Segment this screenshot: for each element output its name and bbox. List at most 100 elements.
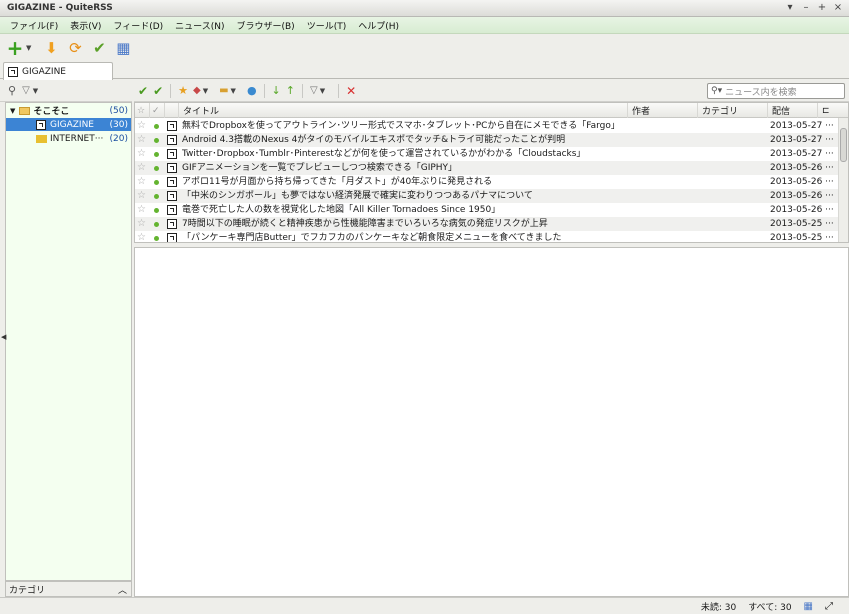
tab-bar: GIGAZINE (0, 62, 849, 80)
mark-read-icon[interactable]: ✔ (138, 84, 148, 98)
star-icon[interactable]: ☆ (137, 217, 146, 231)
menu-help[interactable]: ヘルプ(H) (352, 19, 405, 32)
news-row[interactable]: ☆ Twitter･Dropbox･Tumblr･Pinterestなどが何を使… (135, 147, 838, 161)
star-icon[interactable]: ☆ (137, 189, 146, 203)
news-date: 2013-05-27 ··· (770, 135, 834, 145)
minimize-button[interactable]: – (801, 2, 811, 14)
layout-icon[interactable]: ▦ (113, 38, 133, 58)
mark-all-read-icon[interactable]: ✔ (153, 84, 163, 98)
news-row[interactable]: ☆ Android 4.3搭載のNexus 4がタイのモバイルエキスポでタッチ&… (135, 133, 838, 147)
next-unread-icon[interactable]: ↓ (272, 84, 281, 97)
window-menu-button[interactable]: ▾ (785, 2, 795, 14)
menu-feed[interactable]: フィード(D) (107, 19, 169, 32)
news-row[interactable]: ☆ 7時間以下の睡眠が続くと精神疾患から性機能障害までいろいろな病気の発症リスク… (135, 217, 838, 231)
star-icon[interactable]: ☆ (137, 119, 146, 133)
tab-label: GIGAZINE (22, 66, 66, 77)
scrollbar-thumb[interactable] (840, 128, 847, 162)
add-feed-icon[interactable]: + (5, 36, 25, 60)
news-row[interactable]: ☆ 無料でDropboxを使ってアウトライン･ツリー形式でスマホ･タブレット･P… (135, 119, 838, 133)
star-icon[interactable]: ☆ (137, 203, 146, 217)
column-date[interactable]: 配信 (768, 103, 818, 118)
tree-item-folder[interactable]: ▼ そこそこ (50) (6, 104, 131, 118)
feed-icon (167, 121, 177, 131)
label-icon[interactable]: ◆ (193, 85, 201, 96)
collapse-panel-icon[interactable]: ◀ (1, 333, 6, 341)
total-status: すべて: 30 (748, 602, 792, 613)
column-title[interactable]: タイトル (179, 103, 628, 118)
column-starred[interactable]: ☆ (135, 103, 150, 118)
tree-item-gigazine[interactable]: GIGAZINE (30) (6, 118, 131, 131)
column-category[interactable]: カテゴリ (698, 103, 768, 118)
delete-icon[interactable]: ✕ (346, 84, 356, 98)
news-date: 2013-05-25 ··· (770, 233, 834, 243)
menu-news[interactable]: ニュース(N) (169, 19, 230, 32)
menu-tools[interactable]: ツール(T) (301, 19, 353, 32)
news-list-scrollbar[interactable] (838, 118, 848, 242)
expand-arrow-icon[interactable]: ▼ (10, 107, 15, 115)
news-date: 2013-05-27 ··· (770, 149, 834, 159)
unread-dot-icon[interactable] (154, 236, 159, 241)
star-icon[interactable]: ☆ (137, 175, 146, 189)
menu-view[interactable]: 表示(V) (64, 19, 107, 32)
news-row[interactable]: ☆ GIFアニメーションを一覧でプレビューしつつ検索できる「GIPHY」 201… (135, 161, 838, 175)
category-panel-header[interactable]: カテゴリ ︿ (5, 581, 132, 597)
browser-icon[interactable]: ● (247, 84, 257, 97)
filter-icon[interactable]: ▽ (310, 85, 318, 96)
feed-icon (167, 177, 177, 187)
add-dropdown-icon[interactable]: ▼ (26, 44, 31, 52)
column-settings-icon[interactable]: ⊏ (818, 103, 848, 118)
unread-dot-icon[interactable] (154, 194, 159, 199)
maximize-button[interactable]: + (817, 2, 827, 14)
news-row[interactable]: ☆ 「中米のシンガポール」も夢ではない経済発展で確実に変わりつつあるパナマについ… (135, 189, 838, 203)
feed-icon (167, 135, 177, 145)
unread-dot-icon[interactable] (154, 152, 159, 157)
column-author[interactable]: 作者 (628, 103, 698, 118)
news-title: アポロ11号が月面から持ち帰ってきた「月ダスト」が40年ぶりに発見される (182, 177, 493, 187)
menu-file[interactable]: ファイル(F) (4, 19, 64, 32)
tree-item-internet[interactable]: INTERNET··· (20) (6, 132, 131, 145)
column-read[interactable]: ✓ (150, 103, 165, 118)
unread-dot-icon[interactable] (154, 222, 159, 227)
unread-dot-icon[interactable] (154, 124, 159, 129)
search-icon[interactable]: ⚲▾ (711, 86, 722, 96)
fullscreen-icon[interactable]: ⤢ (825, 601, 833, 612)
close-button[interactable]: × (833, 2, 843, 14)
unread-dot-icon[interactable] (154, 138, 159, 143)
tab-gigazine[interactable]: GIGAZINE (3, 62, 113, 80)
update-feed-icon[interactable]: ⬇ (41, 38, 61, 58)
star-icon[interactable]: ☆ (137, 161, 146, 175)
unread-dot-icon[interactable] (154, 208, 159, 213)
filter-dropdown-icon[interactable]: ▼ (320, 87, 325, 95)
news-date: 2013-05-26 ··· (770, 163, 834, 173)
layout-icon[interactable]: ▦ (804, 601, 813, 612)
star-icon[interactable]: ☆ (137, 147, 146, 161)
filter-dropdown-icon[interactable]: ▼ (33, 87, 38, 95)
status-bar: 未読: 30 すべて: 30 ▦ ⤢ (0, 597, 849, 614)
news-row[interactable]: ☆ アポロ11号が月面から持ち帰ってきた「月ダスト」が40年ぶりに発見される 2… (135, 175, 838, 189)
share-icon[interactable]: ▬ (219, 85, 228, 96)
star-icon[interactable]: ☆ (137, 231, 146, 242)
unread-dot-icon[interactable] (154, 180, 159, 185)
news-title: 竜巻で死亡した人の数を視覚化した地図「All Killer Tornadoes … (182, 205, 501, 215)
column-feed[interactable] (165, 103, 179, 118)
news-row[interactable]: ☆ 竜巻で死亡した人の数を視覚化した地図「All Killer Tornadoe… (135, 203, 838, 217)
star-icon[interactable]: ☆ (137, 133, 146, 147)
unread-dot-icon[interactable] (154, 166, 159, 171)
mark-all-read-icon[interactable]: ✔ (89, 38, 109, 58)
update-all-icon[interactable]: ⟳ (65, 38, 85, 58)
news-date: 2013-05-26 ··· (770, 205, 834, 215)
news-row[interactable]: ☆ 「パンケーキ専門店Butter」でフカフカのパンケーキなど朝食限定メニューを… (135, 231, 838, 243)
filter-icon[interactable]: ▽ (22, 85, 30, 96)
prev-unread-icon[interactable]: ↑ (286, 84, 295, 97)
chevron-up-icon[interactable]: ︿ (118, 583, 127, 596)
feed-icon (167, 163, 177, 173)
menu-browser[interactable]: ブラウザー(B) (230, 19, 300, 32)
menu-bar: ファイル(F) 表示(V) フィード(D) ニュース(N) ブラウザー(B) ツ… (0, 17, 849, 34)
share-dropdown-icon[interactable]: ▼ (231, 87, 236, 95)
star-icon[interactable]: ★ (178, 84, 188, 97)
label-dropdown-icon[interactable]: ▼ (203, 87, 208, 95)
news-search-input[interactable]: ⚲▾ ニュース内を検索 (707, 83, 845, 99)
folder-icon (19, 106, 31, 115)
search-icon[interactable]: ⚲ (8, 84, 16, 97)
main-toolbar: + ▼ ⬇ ⟳ ✔ ▦ (0, 34, 849, 62)
